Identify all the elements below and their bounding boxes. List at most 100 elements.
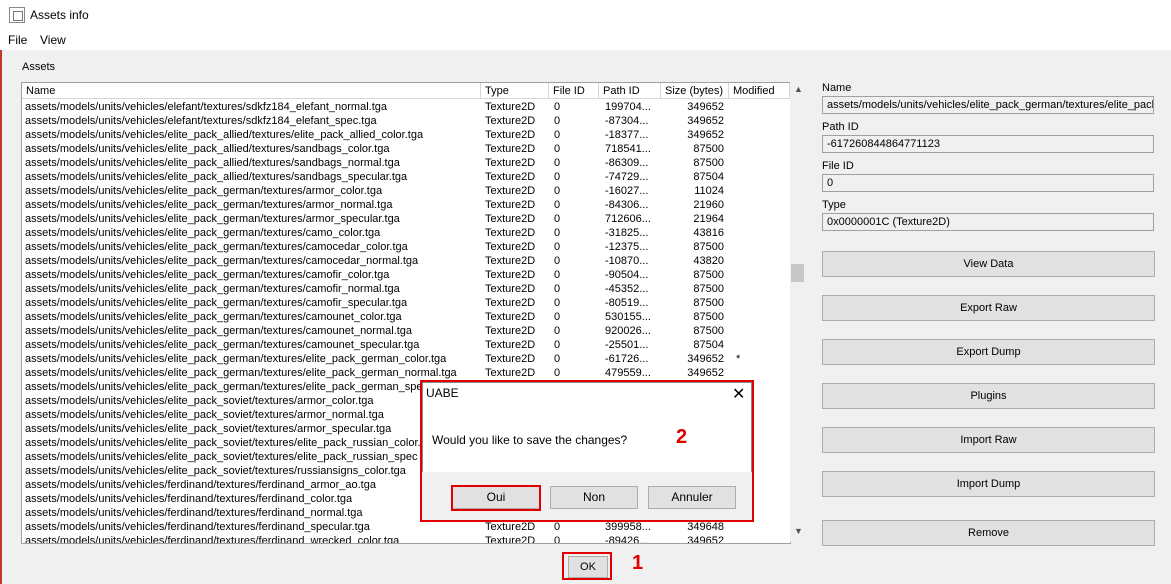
- cell-path-id: 718541...: [605, 143, 651, 155]
- column-header-size[interactable]: Size (bytes): [661, 83, 729, 99]
- cell-type: Texture2D: [485, 129, 536, 141]
- cell-name: assets/models/units/vehicles/elite_pack_…: [25, 143, 390, 155]
- dialog-message: Would you like to save the changes?: [432, 433, 628, 447]
- cell-name: assets/models/units/vehicles/elite_pack_…: [25, 353, 447, 365]
- cell-path-id: 399958...: [605, 521, 651, 533]
- column-header-modified[interactable]: Modified: [729, 83, 790, 99]
- plugins-button[interactable]: Plugins: [822, 383, 1155, 409]
- vertical-scrollbar[interactable]: [790, 82, 807, 542]
- table-row[interactable]: assets/models/units/vehicles/elite_pack_…: [22, 310, 790, 324]
- cell-name: assets/models/units/vehicles/elite_pack_…: [25, 465, 406, 477]
- cell-size: 87500: [693, 311, 724, 323]
- cell-type: Texture2D: [485, 339, 536, 351]
- cell-size: 21960: [693, 199, 724, 211]
- cell-size: 87500: [693, 283, 724, 295]
- export-dump-button[interactable]: Export Dump: [822, 339, 1155, 365]
- table-row[interactable]: assets/models/units/vehicles/elite_pack_…: [22, 324, 790, 338]
- cell-path-id: -90504...: [605, 269, 649, 281]
- table-row[interactable]: assets/models/units/vehicles/elite_pack_…: [22, 212, 790, 226]
- table-row[interactable]: assets/models/units/vehicles/ferdinand/t…: [22, 534, 790, 544]
- table-row[interactable]: assets/models/units/vehicles/elite_pack_…: [22, 142, 790, 156]
- table-row[interactable]: assets/models/units/vehicles/elite_pack_…: [22, 338, 790, 352]
- cell-name: assets/models/units/vehicles/elite_pack_…: [25, 213, 400, 225]
- column-header-name[interactable]: Name: [22, 83, 481, 99]
- menu-bar: [0, 30, 1171, 50]
- cell-path-id: -87304...: [605, 115, 649, 127]
- cell-name: assets/models/units/vehicles/elite_pack_…: [25, 395, 374, 407]
- cell-type: Texture2D: [485, 199, 536, 211]
- cell-type: Texture2D: [485, 521, 536, 533]
- cell-name: assets/models/units/vehicles/elefant/tex…: [25, 115, 377, 127]
- table-row[interactable]: assets/models/units/vehicles/elite_pack_…: [22, 352, 790, 366]
- import-dump-button[interactable]: Import Dump: [822, 471, 1155, 497]
- no-button[interactable]: Non: [550, 486, 638, 509]
- cell-path-id: -12375...: [605, 241, 649, 253]
- menu-view[interactable]: View: [40, 33, 66, 47]
- window-edge: [0, 50, 2, 584]
- close-icon[interactable]: ✕: [732, 384, 745, 404]
- cell-file-id: 0: [554, 171, 561, 183]
- column-header-file-id[interactable]: File ID: [549, 83, 599, 99]
- cell-type: Texture2D: [485, 241, 536, 253]
- type-field[interactable]: 0x0000001C (Texture2D): [822, 213, 1154, 231]
- menu-file[interactable]: File: [8, 33, 27, 47]
- name-field[interactable]: assets/models/units/vehicles/elite_pack_…: [822, 96, 1154, 114]
- cell-size: 87500: [693, 241, 724, 253]
- table-row[interactable]: assets/models/units/vehicles/elefant/tex…: [22, 114, 790, 128]
- cell-size: 349652: [687, 535, 724, 544]
- view-data-button[interactable]: View Data: [822, 251, 1155, 277]
- table-row[interactable]: assets/models/units/vehicles/elite_pack_…: [22, 156, 790, 170]
- path-id-field[interactable]: -617260844864771123: [822, 135, 1154, 153]
- table-row[interactable]: assets/models/units/vehicles/elite_pack_…: [22, 184, 790, 198]
- cell-file-id: 0: [554, 521, 561, 533]
- remove-button[interactable]: Remove: [822, 520, 1155, 546]
- cell-size: 21964: [693, 213, 724, 225]
- cell-type: Texture2D: [485, 367, 536, 379]
- cell-name: assets/models/units/vehicles/ferdinand/t…: [25, 479, 376, 491]
- table-row[interactable]: assets/models/units/vehicles/elite_pack_…: [22, 170, 790, 184]
- table-row[interactable]: assets/models/units/vehicles/elite_pack_…: [22, 366, 790, 380]
- table-row[interactable]: assets/models/units/vehicles/ferdinand/t…: [22, 520, 790, 534]
- assets-group-label: Assets: [22, 61, 56, 73]
- column-header-type[interactable]: Type: [481, 83, 549, 99]
- cell-size: 87504: [693, 171, 724, 183]
- cell-type: Texture2D: [485, 535, 536, 544]
- table-row[interactable]: assets/models/units/vehicles/elefant/tex…: [22, 100, 790, 114]
- cell-file-id: 0: [554, 255, 561, 267]
- cancel-button[interactable]: Annuler: [648, 486, 736, 509]
- table-row[interactable]: assets/models/units/vehicles/elite_pack_…: [22, 128, 790, 142]
- table-row[interactable]: assets/models/units/vehicles/elite_pack_…: [22, 268, 790, 282]
- cell-file-id: 0: [554, 367, 561, 379]
- table-row[interactable]: assets/models/units/vehicles/elite_pack_…: [22, 226, 790, 240]
- cell-size: 349652: [687, 353, 724, 365]
- cell-type: Texture2D: [485, 157, 536, 169]
- table-row[interactable]: assets/models/units/vehicles/elite_pack_…: [22, 240, 790, 254]
- cell-type: Texture2D: [485, 227, 536, 239]
- cell-name: assets/models/units/vehicles/elite_pack_…: [25, 409, 384, 421]
- cell-path-id: -86309...: [605, 157, 649, 169]
- table-row[interactable]: assets/models/units/vehicles/elite_pack_…: [22, 296, 790, 310]
- path-id-label: Path ID: [822, 121, 859, 133]
- table-row[interactable]: assets/models/units/vehicles/elite_pack_…: [22, 198, 790, 212]
- cell-size: 87500: [693, 325, 724, 337]
- cell-file-id: 0: [554, 227, 561, 239]
- window-title: Assets info: [30, 8, 89, 22]
- cell-file-id: 0: [554, 241, 561, 253]
- cell-size: 349648: [687, 521, 724, 533]
- cell-name: assets/models/units/vehicles/ferdinand/t…: [25, 535, 400, 544]
- table-row[interactable]: assets/models/units/vehicles/elite_pack_…: [22, 254, 790, 268]
- import-raw-button[interactable]: Import Raw: [822, 427, 1155, 453]
- cell-type: Texture2D: [485, 297, 536, 309]
- cell-file-id: 0: [554, 157, 561, 169]
- cell-type: Texture2D: [485, 325, 536, 337]
- scroll-up-icon[interactable]: ▲: [790, 84, 807, 98]
- cell-name: assets/models/units/vehicles/elite_pack_…: [25, 185, 383, 197]
- export-raw-button[interactable]: Export Raw: [822, 295, 1155, 321]
- cell-name: assets/models/units/vehicles/elite_pack_…: [25, 157, 400, 169]
- table-row[interactable]: assets/models/units/vehicles/elite_pack_…: [22, 282, 790, 296]
- scroll-thumb[interactable]: [791, 264, 804, 282]
- cell-type: Texture2D: [485, 353, 536, 365]
- file-id-field[interactable]: 0: [822, 174, 1154, 192]
- scroll-down-icon[interactable]: ▼: [790, 526, 807, 540]
- column-header-path-id[interactable]: Path ID: [599, 83, 661, 99]
